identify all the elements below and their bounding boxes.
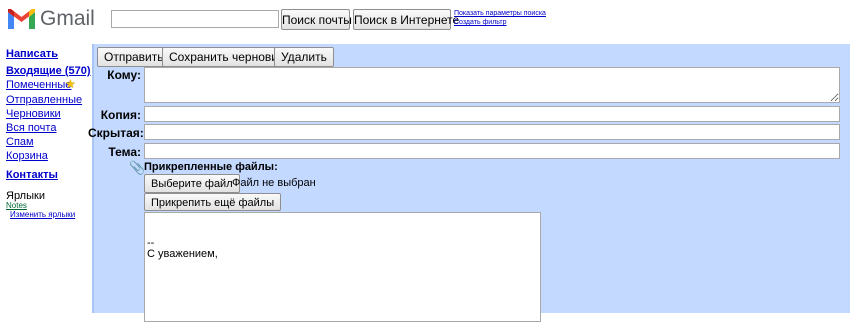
attach-more-files-button[interactable]: Прикрепить ещё файлы	[144, 193, 282, 211]
sidebar-item-trash[interactable]: Корзина	[6, 150, 48, 162]
create-filter-link[interactable]: Создать фильтр	[454, 19, 507, 26]
save-draft-button[interactable]: Сохранить черновик	[162, 47, 291, 67]
sidebar-item-starred[interactable]: Помеченные	[6, 79, 71, 91]
bcc-field[interactable]	[144, 124, 840, 140]
gmail-m-icon	[8, 9, 35, 29]
show-search-options-link[interactable]: Показать параметры поиска	[454, 10, 546, 17]
edit-labels-link[interactable]: Изменить ярлыки	[10, 210, 75, 219]
gmail-logo-text: Gmail	[40, 7, 95, 30]
sidebar-item-drafts[interactable]: Черновики	[6, 108, 61, 120]
sidebar-item-inbox[interactable]: Входящие (570)	[6, 65, 91, 77]
send-button[interactable]: Отправить	[97, 47, 171, 67]
signature-text: С уважением,	[147, 248, 218, 260]
choose-file-button[interactable]: Выберите файл	[144, 174, 240, 193]
cc-field[interactable]	[144, 106, 840, 122]
gmail-logo[interactable]: Gmail	[8, 7, 100, 31]
star-icon: ★	[65, 77, 76, 91]
to-field[interactable]	[144, 67, 840, 103]
subject-label: Тема:	[108, 145, 141, 159]
sidebar-item-spam[interactable]: Спам	[6, 136, 34, 148]
sidebar-item-sent[interactable]: Отправленные	[6, 94, 82, 106]
cc-label: Копия:	[100, 108, 141, 122]
delete-button[interactable]: Удалить	[274, 47, 334, 67]
bcc-label: Скрытая:	[88, 126, 144, 140]
search-input[interactable]	[111, 10, 279, 28]
label-notes[interactable]: Notes	[6, 201, 27, 210]
message-body[interactable]: -- С уважением,	[144, 212, 541, 322]
no-file-chosen-text: Файл не выбран	[232, 177, 316, 189]
attachments-label: Прикрепленные файлы:	[144, 161, 278, 173]
sidebar: Написать Входящие (570) Помеченные ★ Отп…	[0, 44, 92, 313]
paperclip-icon: 📎	[129, 160, 146, 175]
subject-field[interactable]	[144, 143, 840, 159]
search-mail-button[interactable]: Поиск почты	[281, 9, 352, 30]
compose-link[interactable]: Написать	[6, 48, 58, 60]
sidebar-item-contacts[interactable]: Контакты	[6, 169, 58, 181]
search-web-button[interactable]: Поиск в Интернете	[353, 9, 459, 30]
sidebar-item-all-mail[interactable]: Вся почта	[6, 122, 56, 134]
to-label: Кому:	[107, 68, 141, 82]
